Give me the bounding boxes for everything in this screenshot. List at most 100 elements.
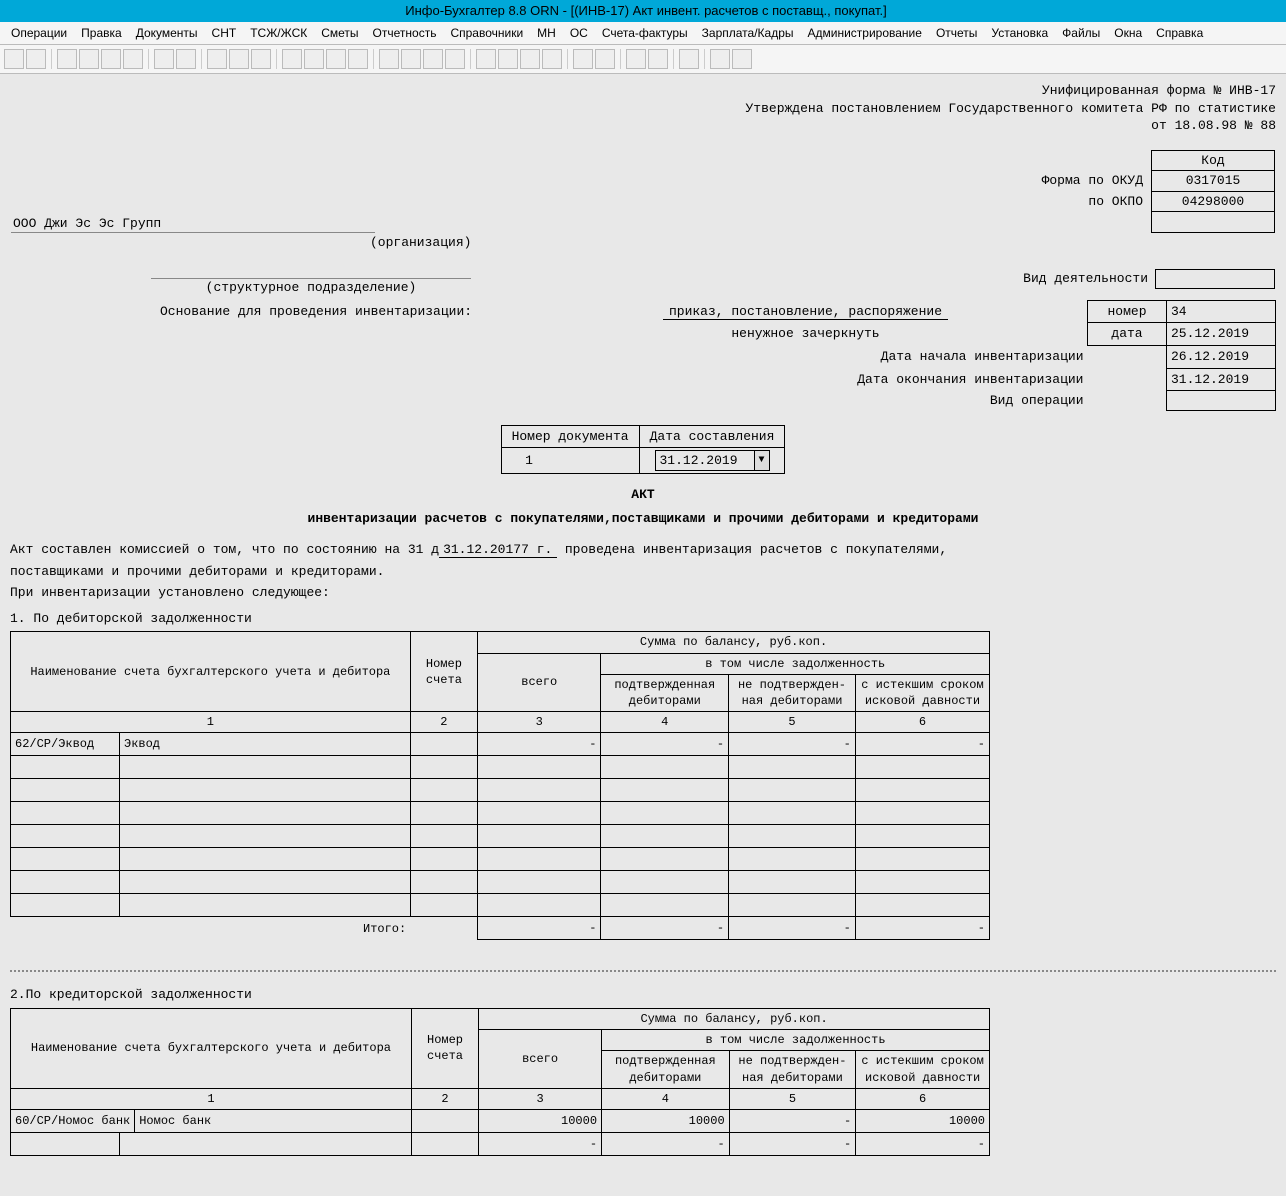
table-row[interactable]	[11, 871, 990, 894]
th-name: Наименование счета бухгалтерского учета …	[11, 632, 411, 712]
toolbar-sep	[51, 49, 52, 69]
doc-date-label: Дата составления	[639, 425, 785, 448]
table-row[interactable]: ----	[11, 1132, 990, 1155]
doc-date-dropdown[interactable]: ▼	[655, 450, 770, 471]
itogo-label: Итого:	[11, 917, 411, 940]
menu-item[interactable]: Операции	[11, 26, 67, 40]
toolbar-btn[interactable]	[520, 49, 540, 69]
doc-title: АКТ	[10, 486, 1276, 504]
itogo-total: -	[478, 917, 601, 940]
table-row[interactable]	[11, 756, 990, 779]
toolbar-btn[interactable]	[498, 49, 518, 69]
form-uniform: Унифицированная форма № ИНВ-17	[10, 82, 1276, 100]
toolbar	[0, 45, 1286, 74]
vid-deyat-box	[1155, 269, 1275, 289]
toolbar-btn[interactable]	[710, 49, 730, 69]
table-row[interactable]: 60/СР/Номос банкНомос банк1000010000-100…	[11, 1109, 990, 1132]
menu-item[interactable]: Правка	[81, 26, 122, 40]
menu-item[interactable]: ОС	[570, 26, 588, 40]
menu-item[interactable]: Документы	[136, 26, 198, 40]
doc-num-label: Номер документа	[501, 425, 639, 448]
toolbar-btn[interactable]	[251, 49, 271, 69]
struct-caption: (структурное подразделение)	[206, 280, 417, 295]
toolbar-btn[interactable]	[154, 49, 174, 69]
doc-subtitle: инвентаризации расчетов с покупателями,п…	[10, 510, 1276, 528]
toolbar-btn[interactable]	[282, 49, 302, 69]
doc-date-input[interactable]	[656, 451, 754, 470]
toolbar-sep	[201, 49, 202, 69]
menu-item[interactable]: Окна	[1114, 26, 1142, 40]
page-break	[10, 970, 1276, 972]
th-incl: в том числе задолженность	[601, 653, 990, 674]
doc-num-input[interactable]	[523, 452, 617, 469]
menu-item[interactable]: Администрирование	[808, 26, 922, 40]
toolbar-btn[interactable]	[648, 49, 668, 69]
toolbar-btn[interactable]	[26, 49, 46, 69]
toolbar-btn[interactable]	[79, 49, 99, 69]
table-row[interactable]	[11, 779, 990, 802]
toolbar-btn[interactable]	[379, 49, 399, 69]
menu-item[interactable]: ТСЖ/ЖСК	[250, 26, 307, 40]
toolbar-btn[interactable]	[476, 49, 496, 69]
chevron-down-icon[interactable]: ▼	[754, 451, 769, 470]
nomer-value[interactable]: 34	[1167, 300, 1276, 323]
toolbar-sep	[567, 49, 568, 69]
menu-item[interactable]: Зарплата/Кадры	[702, 26, 794, 40]
menu-item[interactable]: Установка	[991, 26, 1048, 40]
toolbar-btn[interactable]	[123, 49, 143, 69]
menu-item[interactable]: Справочники	[450, 26, 523, 40]
toolbar-btn[interactable]	[4, 49, 24, 69]
start-value[interactable]: 26.12.2019	[1167, 346, 1276, 369]
toolbar-btn[interactable]	[229, 49, 249, 69]
menu-item[interactable]: СНТ	[212, 26, 237, 40]
toolbar-btn[interactable]	[348, 49, 368, 69]
toolbar-btn[interactable]	[573, 49, 593, 69]
menu-item[interactable]: Отчеты	[936, 26, 977, 40]
toolbar-sep	[704, 49, 705, 69]
menu-item[interactable]: Сметы	[321, 26, 358, 40]
table-row[interactable]	[11, 894, 990, 917]
toolbar-btn[interactable]	[176, 49, 196, 69]
toolbar-btn[interactable]	[732, 49, 752, 69]
body-p3: При инвентаризации установлено следующее…	[10, 584, 1276, 602]
start-label: Дата начала инвентаризации	[524, 346, 1088, 369]
table-row[interactable]	[11, 848, 990, 871]
toolbar-btn[interactable]	[423, 49, 443, 69]
empty-code	[1152, 212, 1275, 233]
menu-item[interactable]: Файлы	[1062, 26, 1100, 40]
org-caption: (организация)	[370, 234, 1276, 252]
okpo-value: 04298000	[1152, 191, 1275, 212]
oper-value[interactable]	[1167, 391, 1276, 411]
toolbar-btn[interactable]	[401, 49, 421, 69]
toolbar-btn[interactable]	[304, 49, 324, 69]
data-value[interactable]: 25.12.2019	[1167, 323, 1276, 346]
toolbar-btn[interactable]	[679, 49, 699, 69]
toolbar-sep	[276, 49, 277, 69]
table-row[interactable]	[11, 825, 990, 848]
menu-item[interactable]: Счета-фактуры	[602, 26, 688, 40]
end-value[interactable]: 31.12.2019	[1167, 368, 1276, 391]
section1-label: 1. По дебиторской задолженности	[10, 610, 1276, 628]
toolbar-btn[interactable]	[207, 49, 227, 69]
menu-item[interactable]: Отчетность	[373, 26, 437, 40]
menu-item[interactable]: Справка	[1156, 26, 1203, 40]
toolbar-btn[interactable]	[626, 49, 646, 69]
menu-item[interactable]: МН	[537, 26, 556, 40]
th-acct: Номер счета	[410, 632, 477, 712]
toolbar-btn[interactable]	[445, 49, 465, 69]
commission-date-input[interactable]	[439, 542, 557, 558]
table-row[interactable]	[11, 802, 990, 825]
toolbar-btn[interactable]	[595, 49, 615, 69]
body-p2: поставщиками и прочими дебиторами и кред…	[10, 563, 1276, 581]
toolbar-btn[interactable]	[326, 49, 346, 69]
table-row[interactable]: 62/СР/ЭкводЭквод----	[11, 733, 990, 756]
toolbar-sep	[148, 49, 149, 69]
oper-label: Вид операции	[524, 391, 1088, 411]
kod-header: Код	[1152, 150, 1275, 171]
toolbar-btn[interactable]	[57, 49, 77, 69]
form-approved: Утверждена постановлением Государственно…	[10, 100, 1276, 118]
toolbar-btn[interactable]	[542, 49, 562, 69]
basis-options: приказ, постановление, распоряжение	[663, 304, 948, 320]
th-total: всего	[478, 653, 601, 712]
toolbar-btn[interactable]	[101, 49, 121, 69]
